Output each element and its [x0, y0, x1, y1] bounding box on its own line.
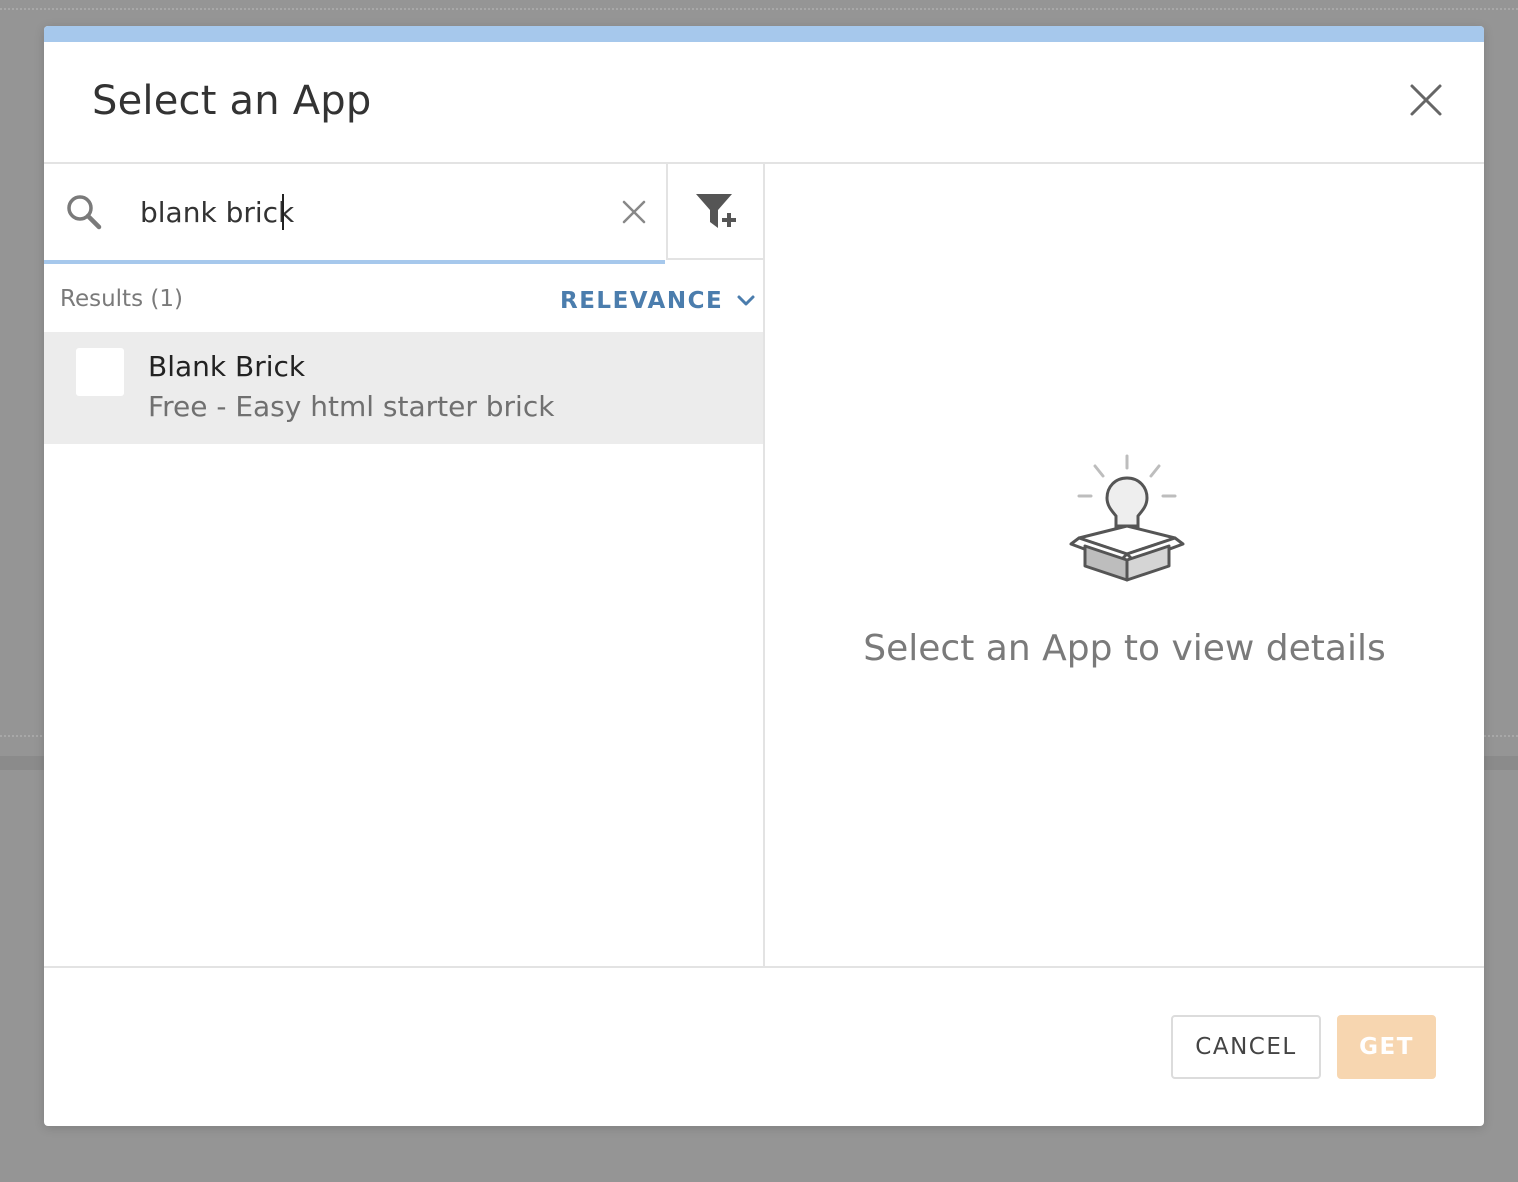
filter-add-icon [696, 194, 736, 228]
sort-label: RELEVANCE [560, 288, 724, 314]
search-icon [67, 195, 102, 230]
get-button[interactable]: GET [1337, 1015, 1436, 1079]
search-input[interactable] [140, 190, 600, 234]
results-count: Results (1) [60, 286, 183, 312]
app-name: Blank Brick [148, 350, 306, 383]
cancel-button[interactable]: CANCEL [1171, 1015, 1321, 1079]
app-description: Free - Easy html starter brick [148, 390, 555, 423]
result-list-item[interactable]: Blank Brick Free - Easy html starter bri… [44, 332, 763, 444]
app-thumbnail [76, 348, 124, 396]
clear-icon [622, 200, 646, 224]
clear-search-button[interactable] [618, 196, 650, 228]
results-pane: Results (1) RELEVANCE Blank Brick Free -… [44, 164, 765, 966]
text-caret [282, 194, 284, 230]
add-filter-button[interactable] [666, 164, 763, 260]
dialog-title: Select an App [92, 78, 372, 124]
dialog-header: Select an App [44, 42, 1484, 164]
background-divider [0, 8, 1518, 10]
chevron-down-icon [737, 295, 755, 306]
details-pane: Select an App to view details [765, 164, 1484, 966]
dialog-footer: CANCEL GET [44, 966, 1484, 1126]
close-button[interactable] [1404, 78, 1448, 122]
sort-dropdown[interactable]: RELEVANCE [560, 286, 757, 316]
results-header: Results (1) RELEVANCE [44, 264, 763, 332]
close-icon [1410, 84, 1442, 116]
lightbulb-box-icon [1069, 454, 1185, 582]
empty-state-message: Select an App to view details [863, 628, 1386, 669]
search-bar [44, 164, 665, 264]
dialog-accent-bar [44, 26, 1484, 42]
select-app-dialog: Select an App blank brick Results (1) RE… [44, 26, 1484, 1126]
